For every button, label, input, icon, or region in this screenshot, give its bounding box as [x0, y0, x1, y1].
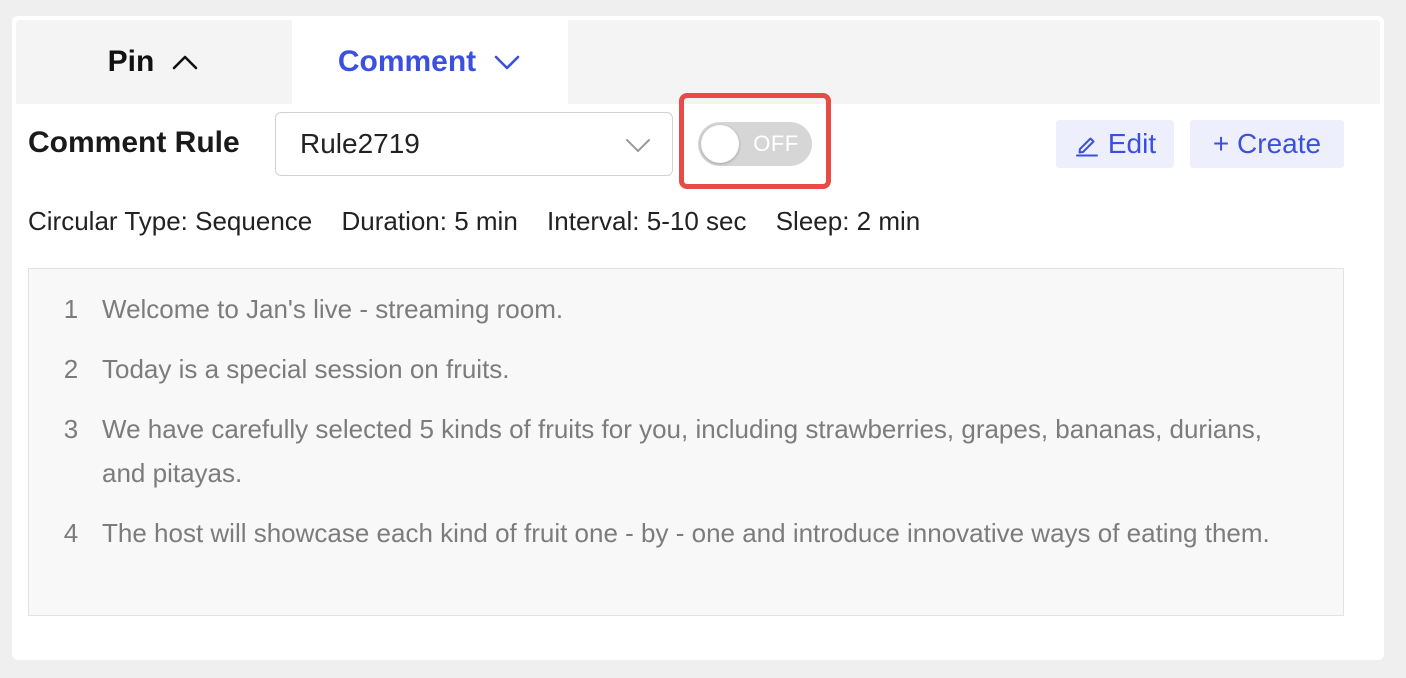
list-item-text: We have carefully selected 5 kinds of fr…	[102, 414, 1263, 488]
dropdown-arrow-icon	[624, 133, 652, 157]
tab-comment[interactable]: Comment	[292, 20, 568, 104]
tab-pin-label: Pin	[107, 45, 155, 78]
chevron-up-icon	[170, 50, 200, 74]
rule-select-value: Rule2719	[300, 128, 420, 159]
interval-text: Interval: 5-10 sec	[547, 206, 747, 236]
tab-pin[interactable]: Pin	[16, 20, 292, 104]
list-item-number: 1	[63, 294, 79, 324]
rule-meta: Circular Type: Sequence Duration: 5 min …	[28, 206, 942, 237]
comment-rule-label: Comment Rule	[28, 126, 240, 159]
circular-type-text: Circular Type: Sequence	[28, 206, 313, 236]
duration-text: Duration: 5 min	[341, 206, 518, 236]
create-button[interactable]: + Create	[1190, 120, 1344, 168]
edit-button[interactable]: Edit	[1056, 120, 1174, 168]
list-item-number: 2	[63, 354, 79, 384]
tab-comment-label: Comment	[337, 45, 477, 78]
tab-bar: Pin Comment	[16, 20, 1380, 104]
chevron-down-icon	[492, 50, 522, 74]
list-item-text: Welcome to Jan's live - streaming room.	[102, 294, 564, 324]
list-item-number: 3	[63, 414, 79, 444]
rule-toggle-switch[interactable]: OFF	[698, 122, 812, 166]
pencil-icon	[1074, 131, 1100, 157]
sleep-text: Sleep: 2 min	[775, 206, 921, 236]
comment-list: 1 Welcome to Jan's live - streaming room…	[28, 268, 1344, 616]
edit-button-label: Edit	[1107, 128, 1157, 159]
create-button-label: + Create	[1212, 128, 1322, 159]
list-item-text: The host will showcase each kind of frui…	[102, 518, 1270, 548]
list-item-number: 4	[63, 518, 79, 548]
list-item-text: Today is a special session on fruits.	[102, 354, 510, 384]
toggle-state-text: OFF	[753, 131, 799, 156]
rule-select[interactable]: Rule2719	[275, 112, 673, 176]
toggle-knob	[701, 125, 739, 163]
